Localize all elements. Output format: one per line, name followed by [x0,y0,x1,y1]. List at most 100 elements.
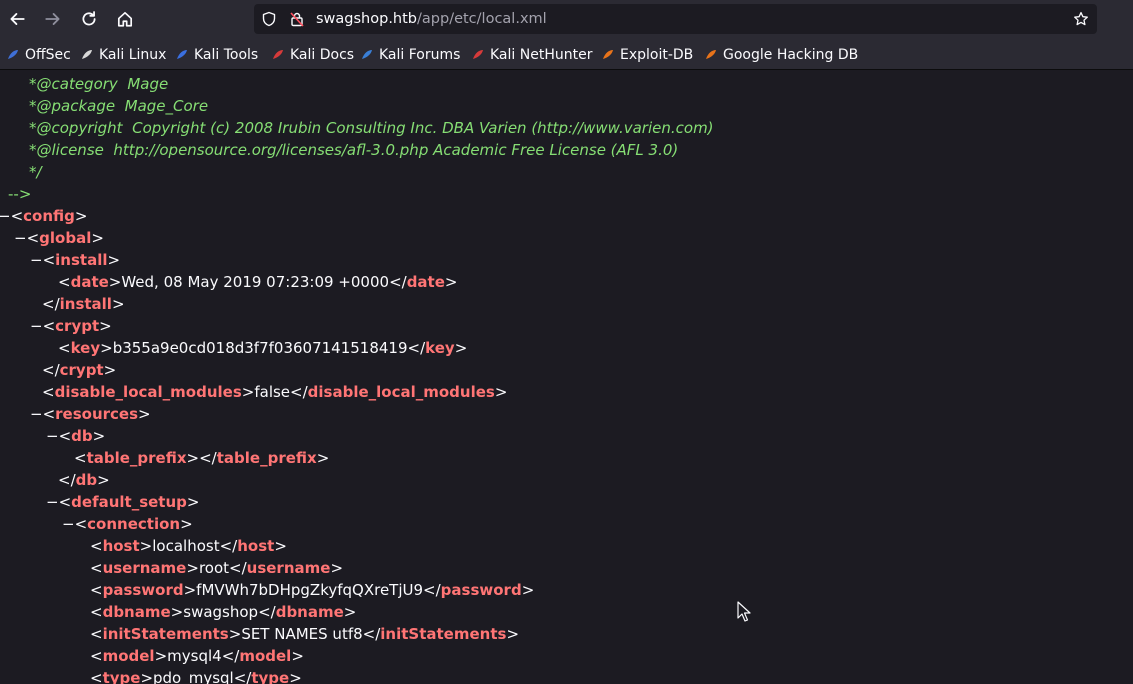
bookmark-item[interactable]: Kali NetHunter [471,46,592,64]
comment-tag: @package [36,97,116,115]
xml-node-line: −<resources> [30,403,151,425]
xml-element-value: localhost [152,537,220,555]
collapse-toggle[interactable]: − [30,251,43,269]
back-button[interactable] [3,5,31,33]
xml-comment-line: *@license http://opensource.org/licenses… [29,139,678,161]
xml-tag-name: crypt [55,317,100,335]
xml-tag-name: date [406,273,445,291]
xml-punctuation: < [58,493,72,511]
xml-tag-name: type [251,669,290,684]
nethunter-icon [471,48,485,62]
address-bar[interactable]: swagshop.htb/app/etc/local.xml [254,4,1097,34]
xml-punctuation: </ [42,361,60,379]
reload-button[interactable] [75,5,103,33]
bookmark-item[interactable]: Kali Docs [271,46,354,64]
exploit-db-icon [601,48,615,62]
url-text[interactable]: swagshop.htb/app/etc/local.xml [316,11,547,27]
xml-tag-name: connection [87,515,181,533]
xml-punctuation: > [186,559,199,577]
url-path: /app/etc/local.xml [417,11,547,27]
xml-punctuation: < [42,405,56,423]
xml-element-value: SET NAMES utf8 [241,625,363,643]
xml-element-value: swagshop [183,603,259,621]
xml-tag-name: db [71,427,93,445]
xml-tag-name: db [75,471,98,489]
xml-punctuation: < [90,625,103,643]
xml-tag-name: table_prefix [216,449,317,467]
collapse-toggle[interactable]: − [46,427,59,445]
home-button[interactable] [111,5,139,33]
xml-tag-name: config [23,207,75,225]
browser-toolbar: swagshop.htb/app/etc/local.xml [0,0,1133,40]
xml-node-line: <disable_local_modules>false</disable_lo… [42,381,507,403]
bookmark-item[interactable]: Kali Linux [80,46,166,64]
xml-node-line: <host>localhost</host> [90,535,287,557]
xml-punctuation: < [58,427,72,445]
bookmark-item[interactable]: Exploit-DB [601,46,693,64]
xml-punctuation: </ [407,339,426,357]
xml-punctuation: < [42,317,56,335]
collapse-toggle[interactable]: − [30,317,43,335]
xml-punctuation: < [58,273,71,291]
xml-punctuation: > [316,449,330,467]
back-arrow-icon [10,13,25,25]
xml-punctuation: > [274,537,287,555]
collapse-toggle[interactable]: − [30,405,43,423]
xml-punctuation [104,141,114,159]
xml-tag-name: crypt [59,361,104,379]
xml-punctuation: > [343,603,357,621]
xml-node-line: <date>Wed, 08 May 2019 07:23:09 +0000</d… [58,271,457,293]
xml-punctuation: > [92,427,106,445]
bookmark-item[interactable]: Kali Tools [175,46,258,64]
kali-docs-icon [271,48,285,62]
comment-text: http://opensource.org/licenses/afl-3.0.p… [113,141,679,159]
bookmark-item[interactable]: Kali Forums [360,46,460,64]
xml-tag-name: username [102,559,187,577]
xml-tag-name: username [246,559,331,577]
xml-punctuation: </ [290,383,308,401]
xml-element-value: pdo_mysql [153,669,234,684]
kali-dragon-icon [80,48,94,62]
home-icon [117,11,133,27]
bookmark-label: Kali Linux [99,47,167,63]
shield-icon[interactable] [260,10,278,28]
xml-punctuation: > [494,383,508,401]
xml-punctuation: < [74,449,87,467]
xml-punctuation: > [180,515,193,533]
xml-punctuation: < [90,647,103,665]
xml-tag-name: initStatements [102,625,229,643]
collapse-toggle[interactable]: − [0,207,11,225]
xml-tag-name: global [39,229,92,247]
xml-comment-line: *@category Mage [29,73,168,95]
xml-punctuation: </ [221,647,240,665]
xml-punctuation: > [521,581,535,599]
bookmark-item[interactable]: OffSec [6,46,71,64]
xml-punctuation: > [99,317,112,335]
comment-tag: @license [36,141,104,159]
xml-punctuation: </ [229,559,247,577]
bookmark-label: Kali Tools [194,47,259,63]
bookmark-item[interactable]: Google Hacking DB [704,46,858,64]
comment-star: */ [29,163,42,181]
xml-punctuation: </ [423,581,441,599]
xml-punctuation: < [42,383,55,401]
xml-tag-name: key [425,339,455,357]
insecure-lock-icon[interactable] [288,10,306,28]
collapse-toggle[interactable]: − [62,515,75,533]
xml-punctuation: > [506,625,520,643]
xml-node-line: <password>fMVWh7bDHpgZkyfqQXreTjU9</pass… [90,579,534,601]
comment-tag: @copyright [36,119,123,137]
collapse-toggle[interactable]: − [46,493,59,511]
xml-punctuation: > [170,603,184,621]
xml-punctuation: </ [258,603,276,621]
forward-button[interactable] [39,5,67,33]
collapse-toggle[interactable]: − [14,229,27,247]
comment-star: * [29,97,37,115]
xml-punctuation: > [97,471,110,489]
xml-tag-name: password [102,581,184,599]
xml-element-value: false [254,383,291,401]
xml-element-value: mysql4 [167,647,222,665]
bookmark-label: Exploit-DB [620,47,694,63]
xml-punctuation: </ [362,625,381,643]
star-icon[interactable] [1072,10,1090,28]
